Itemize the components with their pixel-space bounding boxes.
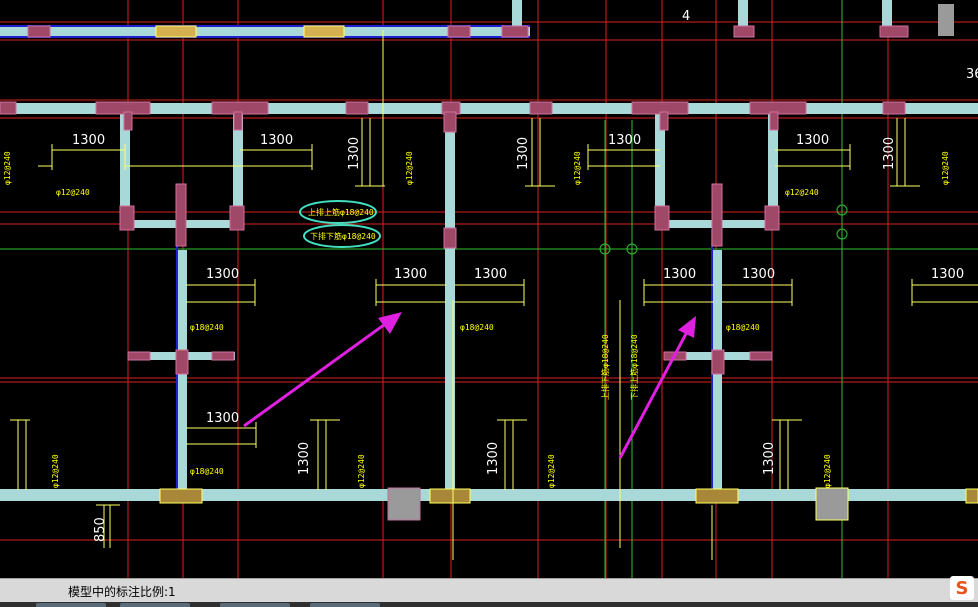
taskbar-item[interactable] <box>310 603 380 607</box>
svg-text:1300: 1300 <box>931 267 964 282</box>
svg-text:φ12@240: φ12@240 <box>357 454 366 488</box>
svg-text:φ18@240: φ18@240 <box>460 323 494 332</box>
svg-text:1300: 1300 <box>474 267 507 282</box>
svg-text:1300: 1300 <box>762 442 777 475</box>
cad-drawing-canvas[interactable]: 1300 1300 1300 1300 1300 1300 1300 1300 … <box>0 0 978 578</box>
svg-text:36: 36 <box>966 67 978 82</box>
svg-text:上排下筋φ18@240: 上排下筋φ18@240 <box>600 334 610 400</box>
svg-text:φ12@240: φ12@240 <box>405 151 414 185</box>
svg-text:φ12@240: φ12@240 <box>56 188 90 197</box>
svg-text:1300: 1300 <box>516 137 531 170</box>
status-bar: 模型中的标注比例:1 <box>0 578 978 607</box>
svg-text:下排上筋φ18@240: 下排上筋φ18@240 <box>629 334 639 400</box>
taskbar-item[interactable] <box>220 603 290 607</box>
sogou-input-icon[interactable]: S <box>950 576 974 600</box>
svg-text:φ12@240: φ12@240 <box>823 454 832 488</box>
svg-text:1300: 1300 <box>206 267 239 282</box>
svg-text:φ12@240: φ12@240 <box>51 454 60 488</box>
scale-status-text: 模型中的标注比例:1 <box>68 585 176 599</box>
svg-text:1300: 1300 <box>297 442 312 475</box>
svg-text:φ12@240: φ12@240 <box>941 151 950 185</box>
svg-text:1300: 1300 <box>347 137 362 170</box>
svg-text:1300: 1300 <box>663 267 696 282</box>
svg-text:850: 850 <box>93 517 108 542</box>
svg-text:1300: 1300 <box>796 133 829 148</box>
svg-text:φ12@240: φ12@240 <box>573 151 582 185</box>
svg-text:1300: 1300 <box>72 133 105 148</box>
svg-text:φ12@240: φ12@240 <box>547 454 556 488</box>
svg-text:1300: 1300 <box>742 267 775 282</box>
svg-text:φ18@240: φ18@240 <box>190 323 224 332</box>
taskbar-item[interactable] <box>36 603 106 607</box>
annotation-top-rebar: 上排上筋φ18@240 <box>308 207 374 217</box>
svg-text:1300: 1300 <box>260 133 293 148</box>
svg-text:1300: 1300 <box>882 137 897 170</box>
svg-text:1300: 1300 <box>394 267 427 282</box>
svg-text:1300: 1300 <box>486 442 501 475</box>
svg-text:4: 4 <box>682 9 690 24</box>
taskbar-item[interactable] <box>120 603 190 607</box>
annotation-bottom-rebar: 下排下筋φ18@240 <box>310 231 376 241</box>
svg-text:1300: 1300 <box>206 411 239 426</box>
svg-text:φ18@240: φ18@240 <box>190 467 224 476</box>
svg-text:1300: 1300 <box>608 133 641 148</box>
svg-text:φ12@240: φ12@240 <box>3 151 12 185</box>
svg-text:φ12@240: φ12@240 <box>785 188 819 197</box>
svg-text:φ18@240: φ18@240 <box>726 323 760 332</box>
